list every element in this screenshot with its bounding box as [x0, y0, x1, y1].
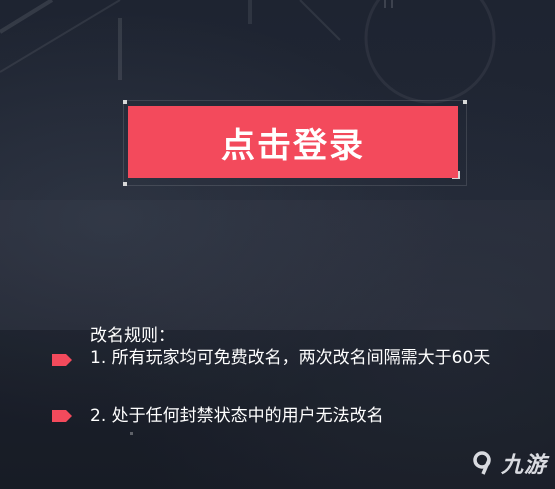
9-game-logo-icon: [473, 451, 491, 475]
login-button[interactable]: 点击登录: [128, 106, 458, 178]
rule-item-2: 2. 处于任何封禁状态中的用户无法改名: [90, 406, 384, 426]
logo-text: 九游: [500, 453, 547, 478]
rule-item-1: 1. 所有玩家均可免费改名，两次改名间隔需大于60天: [90, 348, 491, 368]
frame-corner-mark: [123, 182, 127, 186]
bullet-tag-icon: [52, 410, 72, 422]
rules-title: 改名规则：: [90, 326, 175, 346]
bullet-tag-icon: [52, 354, 72, 366]
frame-corner-mark: [463, 100, 467, 104]
frame-corner-mark: [123, 100, 127, 104]
site-logo: 九游: [471, 447, 547, 479]
